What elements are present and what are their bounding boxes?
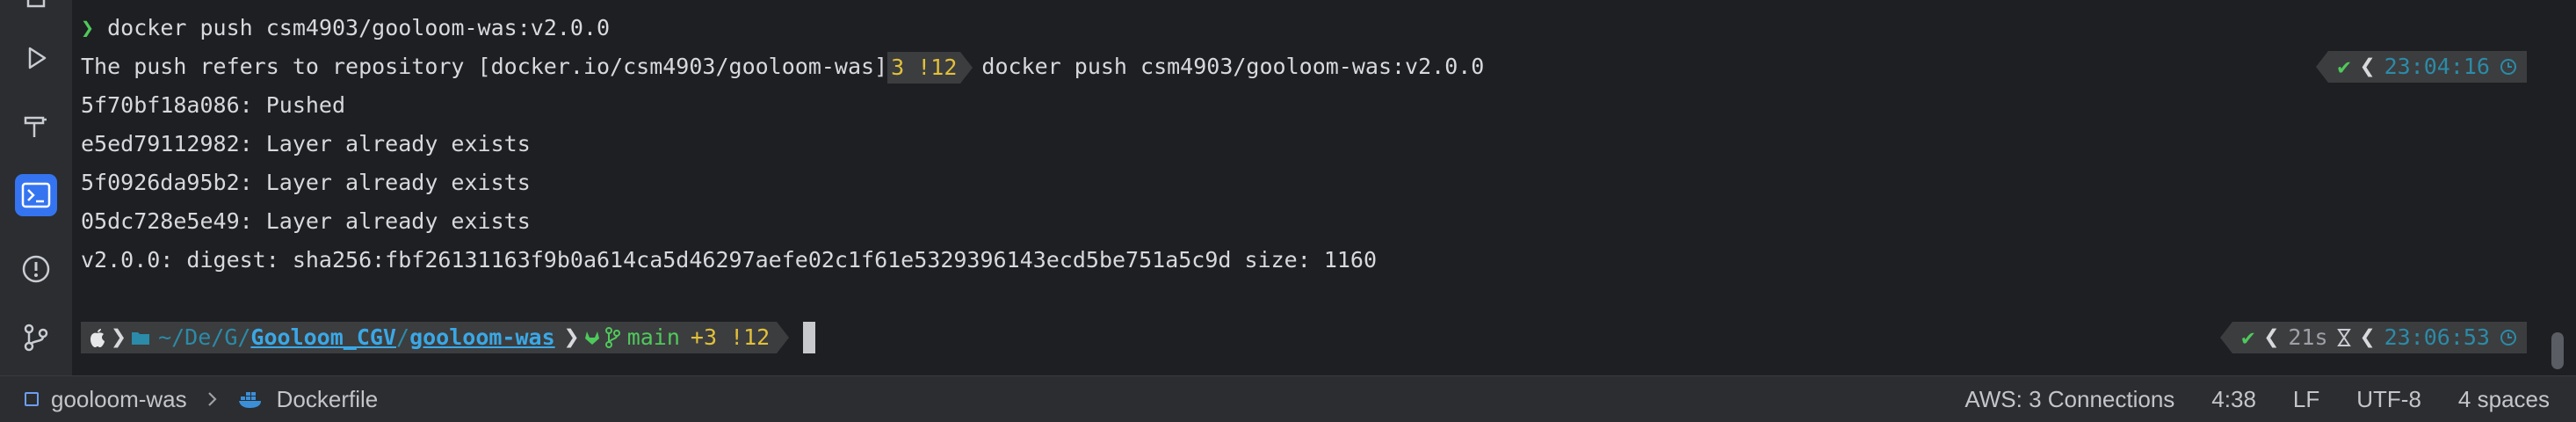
push-output-text: The push refers to repository [docker.io… [81, 54, 888, 79]
git-icon-shape [24, 324, 48, 352]
path-dir-gooloom-cgv: Gooloom_CGV [250, 324, 396, 350]
redrawn-command-text: docker push csm4903/gooloom-was:v2.0.0 [981, 54, 1485, 79]
shell-prompt: ❯ ~/De/G/Gooloom_CGV / gooloom-was ❯ main … [81, 322, 816, 353]
terminal-line: 05dc728e5e49: Layer already exists [81, 208, 531, 234]
project-module-icon [25, 392, 39, 406]
encoding-widget[interactable]: UTF-8 [2356, 386, 2421, 413]
command-duration: 21s [2288, 324, 2328, 350]
terminal-icon-shape [21, 182, 51, 208]
current-status-segment: ✔ ❮ 21s ❮ 23:06:53 [2232, 322, 2527, 353]
path-dir-gooloom-was: gooloom-was [409, 324, 555, 350]
thin-separator-icon: ❮ [2359, 51, 2376, 82]
chevron-right-icon [207, 392, 217, 406]
terminal-panel[interactable]: ❯ docker push csm4903/gooloom-was:v2.0.0… [72, 0, 2576, 376]
git-branch-icon [604, 327, 620, 348]
problems-icon[interactable] [15, 248, 57, 290]
partial-icon-shape [26, 0, 46, 8]
clock-icon [2500, 330, 2516, 346]
prompt-os-segment: ❯ ~/De/G/Gooloom_CGV / gooloom-was ❯ main … [81, 322, 778, 353]
segment-arrow-icon [2316, 51, 2329, 83]
thin-separator-icon: ❯ [111, 322, 127, 353]
build-hammer-icon[interactable] [15, 106, 57, 148]
partial-top-icon[interactable] [15, 0, 57, 25]
segment-arrow-icon [2220, 322, 2233, 353]
problems-icon-shape [22, 255, 50, 283]
thin-separator-icon: ❮ [2263, 322, 2280, 353]
terminal-line: 5f70bf18a086: Pushed [81, 92, 346, 118]
hourglass-icon [2336, 329, 2351, 346]
terminal-line: v2.0.0: digest: sha256:fbf26131163f9b0a6… [81, 247, 1378, 273]
prompt-chevron-icon: ❯ [81, 15, 95, 40]
prev-command-status: ✔ ❮ 23:04:16 [2316, 51, 2527, 83]
gitlab-icon [584, 331, 599, 345]
terminal-line: 5f0926da95b2: Layer already exists [81, 170, 531, 195]
prompt-time: 23:06:53 [2384, 324, 2490, 350]
terminal-scrollbar[interactable] [2551, 332, 2564, 369]
terminal-line: e5ed79112982: Layer already exists [81, 131, 531, 156]
clock-icon [2500, 59, 2516, 75]
path-prefix: ~/De/G/ [158, 324, 251, 350]
command-time: 23:04:16 [2384, 54, 2490, 79]
prev-status-segment: ✔ ❮ 23:04:16 [2328, 51, 2527, 83]
path-separator: / [396, 324, 410, 350]
indent-widget[interactable]: 4 spaces [2458, 386, 2550, 413]
git-icon[interactable] [15, 316, 57, 359]
terminal-icon[interactable] [15, 174, 57, 216]
command-text: docker push csm4903/gooloom-was:v2.0.0 [107, 15, 611, 40]
terminal-line-push-refers: The push refers to repository [docker.io… [81, 49, 1484, 84]
current-prompt-status: ✔ ❮ 21s ❮ 23:06:53 [2220, 322, 2527, 353]
status-bar: gooloom-was Dockerfile AWS: 3 Connection… [0, 375, 2576, 422]
breadcrumb-file[interactable]: Dockerfile [277, 386, 379, 413]
tool-window-stripe [0, 0, 73, 376]
status-widgets: AWS: 3 Connections 4:38 LF UTF-8 4 space… [1965, 386, 2576, 413]
hammer-icon-shape [24, 116, 47, 137]
thin-separator-icon: ❯ [563, 322, 580, 353]
folder-icon [132, 332, 150, 345]
docker-icon [238, 392, 261, 408]
caret-position-widget[interactable]: 4:38 [2211, 386, 2256, 413]
git-branch-name: main [626, 324, 680, 350]
segment-arrow-icon [777, 322, 790, 353]
success-check-icon: ✔ [2241, 324, 2255, 350]
line-separator-widget[interactable]: LF [2293, 386, 2319, 413]
navigation-breadcrumb: gooloom-was Dockerfile [0, 386, 378, 413]
git-changes: +3 !12 [690, 324, 771, 350]
success-check-icon: ✔ [2337, 54, 2351, 79]
segment-arrow-icon [960, 52, 973, 84]
aws-connections-widget[interactable]: AWS: 3 Connections [1965, 386, 2174, 413]
run-icon[interactable] [15, 37, 57, 79]
git-status-segment: 3 !12 [887, 52, 961, 84]
breadcrumb-project[interactable]: gooloom-was [51, 386, 187, 413]
text-cursor [803, 322, 816, 353]
apple-icon [90, 329, 105, 347]
terminal-line-command: ❯ docker push csm4903/gooloom-was:v2.0.0 [81, 11, 610, 46]
thin-separator-icon: ❮ [2359, 322, 2376, 353]
run-icon-shape [28, 47, 47, 69]
